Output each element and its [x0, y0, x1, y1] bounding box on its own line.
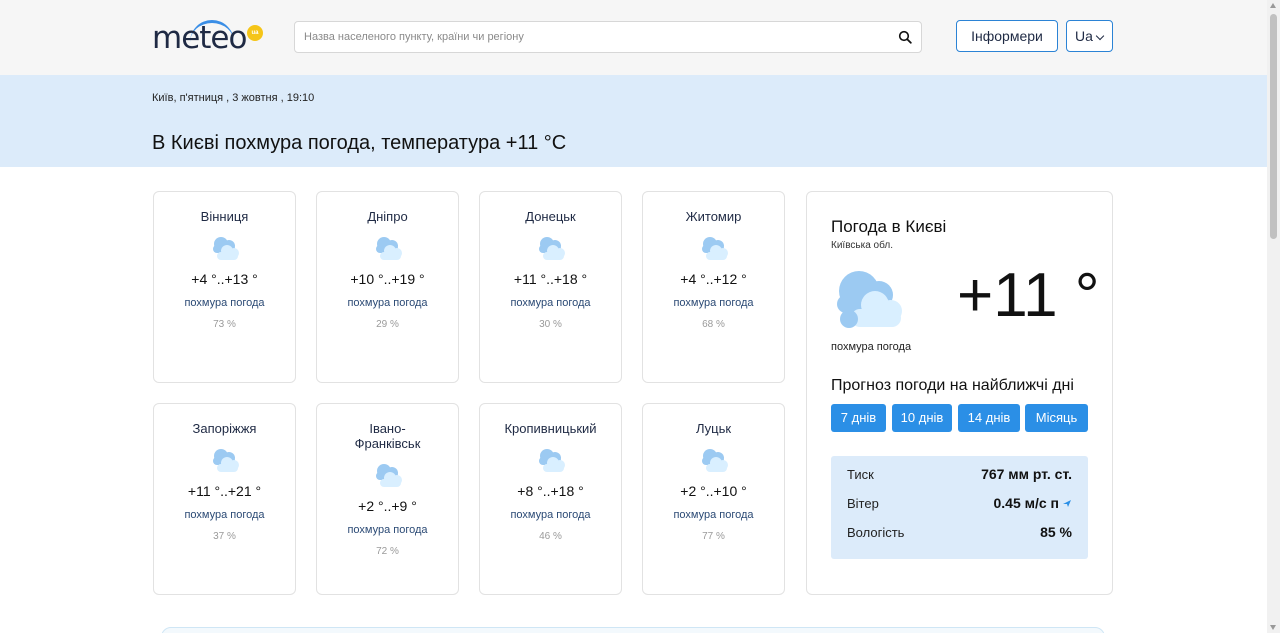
search-icon[interactable] — [898, 30, 912, 44]
cloudy-icon — [539, 449, 565, 472]
cloudy-icon — [376, 237, 402, 260]
bottom-section — [161, 627, 1105, 633]
current-weather-title: Погода в Києві — [831, 217, 947, 236]
current-region: Київська обл. — [831, 240, 893, 251]
logo-text: meteo — [152, 20, 247, 56]
stat-label: Вітер — [847, 496, 879, 511]
search-box — [294, 21, 922, 53]
scroll-down-arrow-icon[interactable] — [1270, 625, 1276, 630]
city-desc: похмура погода — [347, 297, 428, 309]
site-logo[interactable]: meteo ua — [152, 19, 264, 55]
city-temp: +11 °..+21 ° — [187, 483, 262, 499]
page-title: В Києві похмура погода, температура +11 … — [152, 132, 567, 154]
city-desc: похмура погода — [673, 297, 754, 309]
city-humidity: 68 % — [702, 319, 725, 330]
stat-wind: Вітер 0.45 м/с п — [831, 490, 1088, 519]
city-name: Дніпро — [367, 209, 408, 224]
date-line: Київ, п'ятниця , 3 жовтня , 19:10 — [152, 92, 315, 104]
city-name: Донецьк — [525, 209, 576, 224]
language-label: Ua — [1075, 28, 1093, 44]
city-humidity: 72 % — [376, 546, 399, 557]
forecast-month-button[interactable]: Місяць — [1025, 404, 1088, 432]
city-card[interactable]: Запоріжжя +11 °..+21 ° похмура погода 37… — [153, 403, 296, 595]
city-desc: похмура погода — [510, 509, 591, 521]
forecast-14-days-button[interactable]: 14 днів — [958, 404, 1020, 432]
city-card[interactable]: Донецьк +11 °..+18 ° похмура погода 30 % — [479, 191, 622, 383]
city-card[interactable]: Вінниця +4 °..+13 ° похмура погода 73 % — [153, 191, 296, 383]
stat-value-wrap: 0.45 м/с п — [993, 495, 1072, 511]
city-card[interactable]: Дніпро +10 °..+19 ° похмура погода 29 % — [316, 191, 459, 383]
city-desc: похмура погода — [184, 297, 265, 309]
stat-humidity: Вологість 85 % — [831, 519, 1088, 548]
city-humidity: 46 % — [539, 531, 562, 542]
cloudy-icon — [213, 449, 239, 472]
city-card[interactable]: Кропивницький +8 °..+18 ° похмура погода… — [479, 403, 622, 595]
city-temp: +10 °..+19 ° — [350, 271, 425, 287]
stat-value: 85 % — [1040, 524, 1072, 540]
stat-label: Тиск — [847, 467, 874, 482]
city-name: Івано-Франківськ — [354, 421, 421, 451]
stat-label: Вологість — [847, 525, 905, 540]
page-scrollbar[interactable] — [1267, 0, 1280, 633]
city-humidity: 77 % — [702, 531, 725, 542]
current-weather-panel: Погода в Києві Київська обл. +11 ° похму… — [806, 191, 1113, 595]
city-humidity: 30 % — [539, 319, 562, 330]
city-name: Запоріжжя — [192, 421, 257, 436]
stat-pressure: Тиск 767 мм рт. ст. — [831, 461, 1088, 490]
current-temperature: +11 ° — [957, 261, 1100, 330]
city-desc: похмура погода — [510, 297, 591, 309]
cloudy-icon — [702, 449, 728, 472]
city-desc: похмура погода — [347, 524, 428, 536]
language-select[interactable]: Ua — [1066, 20, 1113, 52]
cloudy-icon — [702, 237, 728, 260]
city-temp: +2 °..+9 ° — [358, 498, 417, 514]
city-name: Житомир — [685, 209, 742, 224]
forecast-10-days-button[interactable]: 10 днів — [892, 404, 952, 432]
city-temp: +11 °..+18 ° — [513, 271, 588, 287]
city-humidity: 73 % — [213, 319, 236, 330]
wind-direction-icon — [1063, 500, 1071, 507]
city-name: Вінниця — [200, 209, 249, 224]
logo-badge: ua — [247, 25, 263, 41]
cloudy-icon — [376, 464, 402, 487]
search-input[interactable] — [304, 22, 884, 52]
current-desc: похмура погода — [831, 341, 912, 353]
cloudy-icon — [213, 237, 239, 260]
cloudy-icon — [837, 271, 902, 328]
city-card[interactable]: Луцьк +2 °..+10 ° похмура погода 77 % — [642, 403, 785, 595]
stat-value: 0.45 м/с п — [993, 495, 1059, 511]
city-name: Кропивницький — [504, 421, 597, 436]
city-name: Луцьк — [695, 421, 732, 436]
city-temp: +4 °..+13 ° — [191, 271, 258, 287]
banner: Київ, п'ятниця , 3 жовтня , 19:10 В Києв… — [0, 75, 1267, 167]
informers-button[interactable]: Інформери — [956, 20, 1058, 52]
city-humidity: 37 % — [213, 531, 236, 542]
city-desc: похмура погода — [673, 509, 754, 521]
city-temp: +8 °..+18 ° — [517, 483, 584, 499]
cloudy-icon — [539, 237, 565, 260]
chevron-down-icon — [1095, 31, 1105, 41]
city-humidity: 29 % — [376, 319, 399, 330]
site-header: meteo ua Інформери Ua — [0, 0, 1267, 75]
city-temp: +2 °..+10 ° — [680, 483, 747, 499]
city-card[interactable]: Івано-Франківськ +2 °..+9 ° похмура пого… — [316, 403, 459, 595]
scroll-thumb[interactable] — [1270, 14, 1277, 239]
forecast-title: Прогноз погоди на найближчі дні — [831, 377, 1074, 394]
city-card[interactable]: Житомир +4 °..+12 ° похмура погода 68 % — [642, 191, 785, 383]
forecast-7-days-button[interactable]: 7 днів — [831, 404, 886, 432]
weather-stats: Тиск 767 мм рт. ст. Вітер 0.45 м/с п Вол… — [831, 456, 1088, 559]
scroll-up-arrow-icon[interactable] — [1270, 3, 1276, 8]
city-temp: +4 °..+12 ° — [680, 271, 747, 287]
city-desc: похмура погода — [184, 509, 265, 521]
stat-value: 767 мм рт. ст. — [981, 466, 1072, 482]
